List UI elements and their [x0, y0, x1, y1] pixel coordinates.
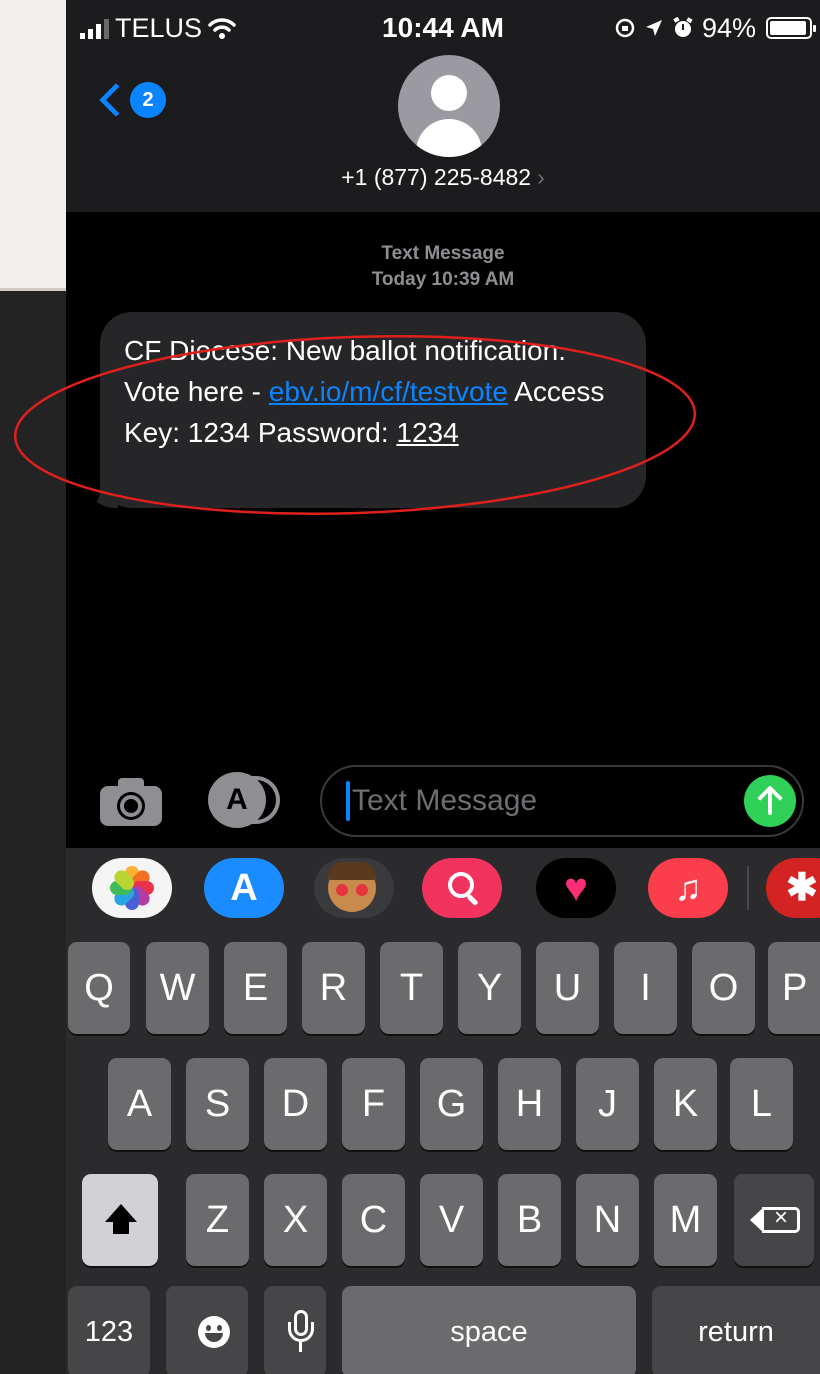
key-t[interactable]: T [380, 942, 443, 1034]
space-key[interactable]: space [342, 1286, 636, 1374]
battery-percent: 94% [701, 13, 756, 43]
key-u[interactable]: U [536, 942, 599, 1034]
key-a[interactable]: A [108, 1058, 171, 1150]
message-input[interactable] [352, 767, 732, 835]
contact-number: +1 (877) 225-8482 [341, 164, 532, 190]
digital-touch-app-icon[interactable]: ♥ [536, 858, 616, 918]
message-timestamp: Today 10:39 AM [371, 269, 515, 290]
back-button[interactable]: 2 [96, 82, 166, 118]
key-k[interactable]: K [654, 1058, 717, 1150]
key-f[interactable]: F [342, 1058, 405, 1150]
key-b[interactable]: B [498, 1174, 561, 1266]
message-service-label: Text Message [381, 243, 505, 264]
background-left-strip [0, 291, 66, 1374]
arrow-up-icon-stem [768, 790, 772, 815]
key-q[interactable]: Q [68, 942, 130, 1034]
bubble-tail-mask [74, 466, 100, 510]
contact-name-button[interactable]: +1 (877) 225-8482 › [66, 164, 820, 191]
alarm-icon [673, 17, 693, 37]
battery-icon [766, 17, 816, 39]
orientation-lock-icon [615, 18, 635, 38]
person-body-icon [416, 119, 482, 157]
smiley-icon [198, 1316, 230, 1348]
app-store-app-icon[interactable]: A [204, 858, 284, 918]
keyboard-area: A ♥ ♫ ✱ Q W E R T Y U I O P A S D F G H … [66, 848, 820, 1374]
memoji-app-icon[interactable] [314, 858, 394, 918]
key-w[interactable]: W [146, 942, 209, 1034]
imessage-app-strip: A ♥ ♫ ✱ [66, 848, 820, 932]
shift-icon [105, 1204, 137, 1222]
chevron-right-icon: › [537, 164, 545, 190]
contact-avatar[interactable] [398, 55, 500, 157]
send-button[interactable] [744, 775, 796, 827]
microphone-icon-cup [288, 1322, 314, 1342]
apps-arc-decoration [252, 776, 280, 824]
key-o[interactable]: O [692, 942, 755, 1034]
apps-button[interactable]: A [208, 772, 284, 828]
search-handle [466, 893, 479, 907]
music-app-icon[interactable]: ♫ [648, 858, 728, 918]
camera-icon-top [118, 778, 144, 790]
key-m[interactable]: M [654, 1174, 717, 1266]
key-n[interactable]: N [576, 1174, 639, 1266]
battery-level [770, 21, 806, 35]
shift-icon-stem [113, 1221, 129, 1234]
unread-badge: 2 [130, 82, 166, 118]
key-p[interactable]: P [768, 942, 820, 1034]
person-head-icon [431, 75, 467, 111]
key-y[interactable]: Y [458, 942, 521, 1034]
key-j[interactable]: J [576, 1058, 639, 1150]
conversation-header: TELUS 10:44 AM 94% 2 +1 (877) 225-8482 › [66, 0, 820, 212]
key-z[interactable]: Z [186, 1174, 249, 1266]
yelp-app-icon[interactable]: ✱ [766, 858, 820, 918]
key-s[interactable]: S [186, 1058, 249, 1150]
image-search-app-icon[interactable] [422, 858, 502, 918]
delete-key[interactable]: × [734, 1174, 814, 1266]
location-arrow-icon [645, 20, 662, 36]
incoming-message-bubble[interactable]: CF Diocese: New ballot notification. Vot… [100, 312, 646, 508]
back-chevron-icon [99, 83, 133, 117]
numbers-key[interactable]: 123 [68, 1286, 150, 1374]
return-key[interactable]: return [652, 1286, 820, 1374]
key-r[interactable]: R [302, 942, 365, 1034]
photos-app-icon[interactable] [92, 858, 172, 918]
message-input-container[interactable] [320, 765, 804, 837]
phone-screen: TELUS 10:44 AM 94% 2 +1 (877) 225-8482 ›… [66, 0, 820, 1374]
emoji-key[interactable] [166, 1286, 248, 1374]
key-c[interactable]: C [342, 1174, 405, 1266]
dictation-key[interactable] [264, 1286, 326, 1374]
key-h[interactable]: H [498, 1058, 561, 1150]
memoji-hair [328, 862, 376, 880]
key-g[interactable]: G [420, 1058, 483, 1150]
ballot-link[interactable]: ebv.io/m/cf/testvote [269, 376, 508, 407]
status-bar-right: 94% [614, 8, 816, 48]
key-x[interactable]: X [264, 1174, 327, 1266]
key-l[interactable]: L [730, 1058, 793, 1150]
text-caret [346, 781, 350, 821]
microphone-icon-stand [299, 1342, 302, 1352]
key-e[interactable]: E [224, 942, 287, 1034]
camera-icon-lens [120, 795, 142, 817]
camera-button[interactable] [100, 776, 162, 826]
password-value[interactable]: 1234 [396, 417, 458, 448]
shift-key[interactable] [82, 1174, 158, 1266]
key-d[interactable]: D [264, 1058, 327, 1150]
key-v[interactable]: V [420, 1174, 483, 1266]
key-i[interactable]: I [614, 942, 677, 1034]
delete-icon-x: × [773, 1204, 788, 1231]
app-strip-divider [747, 866, 749, 910]
